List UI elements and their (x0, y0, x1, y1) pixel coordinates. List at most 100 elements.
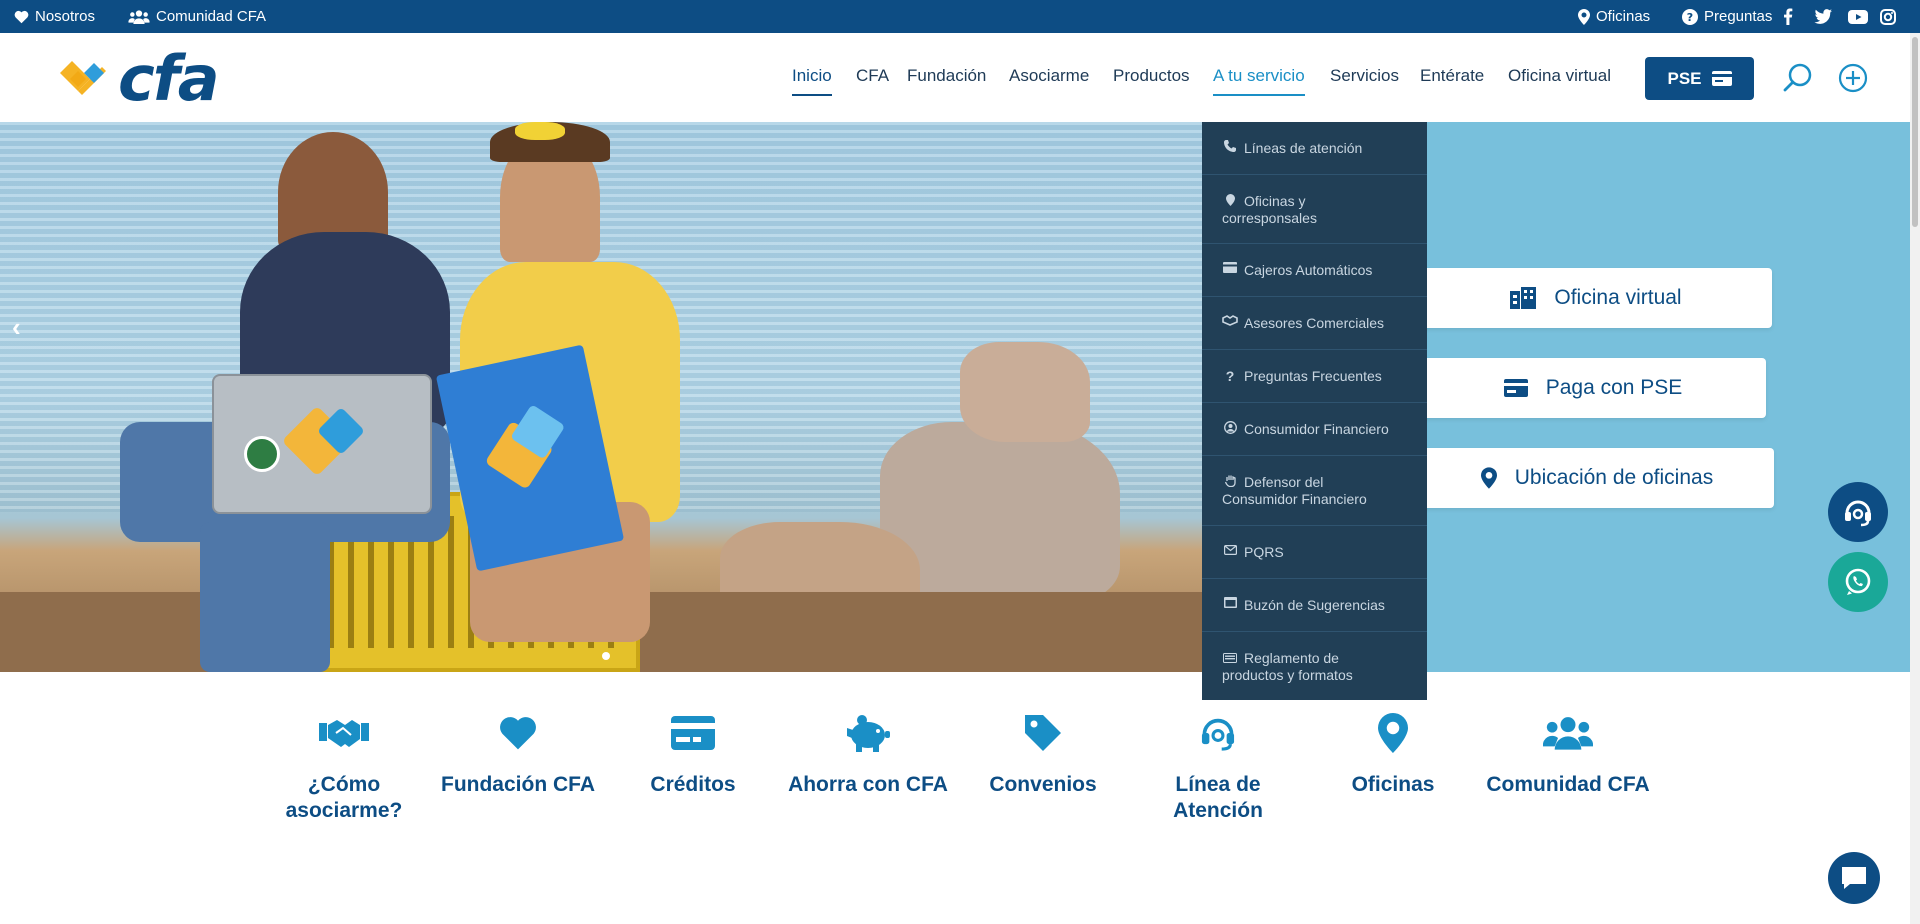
logo-text: cfa (118, 42, 220, 115)
dropdown-label: Cajeros Automáticos (1244, 262, 1373, 278)
feature-label: ¿Cómo asociarme? (285, 773, 403, 822)
dropdown-item-lineas-atencion[interactable]: Líneas de atención (1202, 122, 1427, 175)
whatsapp-button[interactable] (1828, 552, 1888, 612)
phone-icon (1222, 140, 1238, 155)
slider-dot-active[interactable] (602, 652, 610, 660)
nav-a-tu-servicio[interactable]: A tu servicio (1213, 66, 1305, 96)
main-header: cfa Inicio CFA Fundación Asociarme Produ… (0, 33, 1910, 122)
paga-pse-button[interactable]: Paga con PSE (1420, 358, 1766, 418)
handshake-icon (1222, 315, 1238, 329)
feature-convenios[interactable]: Convenios (953, 708, 1133, 798)
twitter-link[interactable] (1814, 0, 1832, 33)
dropdown-item-asesores[interactable]: Asesores Comerciales (1202, 297, 1427, 350)
nav-fundacion[interactable]: Fundación (907, 66, 986, 86)
live-chat-button[interactable] (1828, 852, 1880, 904)
paga-pse-label: Paga con PSE (1545, 376, 1683, 399)
feature-label: Línea de Atención (1173, 773, 1263, 822)
page-scrollbar[interactable] (1910, 33, 1920, 924)
card-icon (1222, 262, 1238, 276)
plus-circle-icon[interactable] (1838, 63, 1868, 93)
feature-label: Oficinas (1351, 773, 1435, 796)
cfa-logo[interactable]: cfa (56, 42, 220, 115)
dropdown-label: Consumidor Financiero (1222, 491, 1367, 507)
feature-linea-atencion[interactable]: Línea de Atención (1128, 708, 1308, 824)
a-tu-servicio-dropdown: Líneas de atención Oficinas y corresponsa… (1202, 122, 1427, 700)
instagram-icon (1880, 8, 1896, 25)
dropdown-label: productos y formatos (1222, 667, 1353, 683)
logo-mark-icon (60, 61, 106, 95)
dropdown-label: Consumidor Financiero (1244, 421, 1389, 437)
svg-text:?: ? (1687, 11, 1693, 24)
nav-productos[interactable]: Productos (1113, 66, 1190, 86)
twitter-icon (1814, 9, 1832, 24)
ubicacion-oficinas-label: Ubicación de oficinas (1514, 466, 1714, 489)
hand-icon (1222, 474, 1238, 491)
credit-card-icon (671, 716, 715, 750)
feature-fundacion[interactable]: Fundación CFA (428, 708, 608, 798)
comunidad-link[interactable]: Comunidad CFA (128, 0, 266, 33)
oficinas-label: Oficinas (1596, 8, 1651, 25)
pse-button[interactable]: PSE (1645, 57, 1754, 100)
feature-oficinas[interactable]: Oficinas (1303, 708, 1483, 798)
heart-icon (14, 10, 29, 23)
credit-card-icon (1711, 71, 1732, 86)
keyboard-icon (1222, 651, 1238, 667)
oficina-virtual-label: Oficina virtual (1554, 286, 1682, 309)
feature-comunidad[interactable]: Comunidad CFA (1478, 708, 1658, 798)
nav-inicio[interactable]: Inicio (792, 66, 832, 96)
dropdown-item-pqrs[interactable]: PQRS (1202, 526, 1427, 579)
headset-icon (1845, 500, 1871, 527)
hero-photo (0, 122, 1202, 672)
inbox-icon (1222, 597, 1238, 611)
nav-cfa[interactable]: CFA (856, 66, 889, 86)
facebook-link[interactable] (1783, 0, 1793, 33)
feature-creditos[interactable]: Créditos (603, 708, 783, 798)
building-icon (1510, 287, 1537, 309)
dropdown-label: Preguntas Frecuentes (1244, 368, 1382, 384)
feature-label: Ahorra con CFA (788, 773, 948, 796)
dropdown-item-consumidor[interactable]: Consumidor Financiero (1202, 403, 1427, 456)
youtube-link[interactable] (1848, 0, 1868, 33)
scrollbar-thumb[interactable] (1912, 37, 1918, 227)
dropdown-label: Líneas de atención (1244, 140, 1363, 156)
envelope-icon (1222, 544, 1238, 558)
preguntas-link[interactable]: ? Preguntas (1682, 0, 1772, 33)
map-pin-icon (1578, 8, 1590, 25)
feature-label: Créditos (650, 773, 736, 796)
feature-ahorra[interactable]: Ahorra con CFA (778, 708, 958, 798)
dropdown-label: Buzón de Sugerencias (1244, 597, 1385, 613)
nav-enterate[interactable]: Entérate (1420, 66, 1484, 86)
support-chat-button[interactable] (1828, 482, 1888, 542)
slider-prev-arrow-icon[interactable]: ‹ (12, 312, 21, 343)
preguntas-label: Preguntas (1704, 8, 1773, 25)
users-icon (1543, 717, 1593, 750)
dropdown-item-buzon[interactable]: Buzón de Sugerencias (1202, 579, 1427, 632)
nosotros-link[interactable]: Nosotros (14, 0, 95, 33)
dropdown-item-reglamento[interactable]: Reglamento de productos y formatos (1202, 632, 1427, 700)
dropdown-label: Reglamento de (1244, 650, 1339, 666)
dropdown-item-preguntas-frecuentes[interactable]: ? Preguntas Frecuentes (1202, 350, 1427, 403)
nav-oficina-virtual[interactable]: Oficina virtual (1508, 66, 1611, 86)
handshake-icon (319, 720, 369, 747)
feature-como-asociarme[interactable]: ¿Cómo asociarme? (254, 708, 434, 824)
feature-label: Fundación CFA (441, 773, 595, 796)
credit-card-icon (1503, 379, 1528, 397)
tag-icon (1025, 715, 1061, 751)
dropdown-item-oficinas-corresponsales[interactable]: Oficinas y corresponsales (1202, 175, 1427, 244)
top-bar: Nosotros Comunidad CFA Oficinas ? Pregun… (0, 0, 1920, 33)
nav-asociarme[interactable]: Asociarme (1009, 66, 1089, 86)
oficinas-link[interactable]: Oficinas (1578, 0, 1650, 33)
ubicacion-oficinas-button[interactable]: Ubicación de oficinas (1420, 448, 1774, 508)
search-icon[interactable] (1783, 63, 1813, 93)
dropdown-label: PQRS (1244, 544, 1284, 560)
pse-label: PSE (1667, 68, 1702, 88)
dropdown-item-cajeros[interactable]: Cajeros Automáticos (1202, 244, 1427, 297)
oficina-virtual-button[interactable]: Oficina virtual (1420, 268, 1772, 328)
question-circle-icon: ? (1682, 8, 1698, 25)
instagram-link[interactable] (1880, 0, 1896, 33)
users-icon (128, 9, 150, 24)
dropdown-item-defensor[interactable]: Defensor del Consumidor Financiero (1202, 456, 1427, 526)
nav-servicios[interactable]: Servicios (1330, 66, 1399, 86)
user-circle-icon (1222, 421, 1238, 437)
whatsapp-icon (1845, 568, 1871, 595)
